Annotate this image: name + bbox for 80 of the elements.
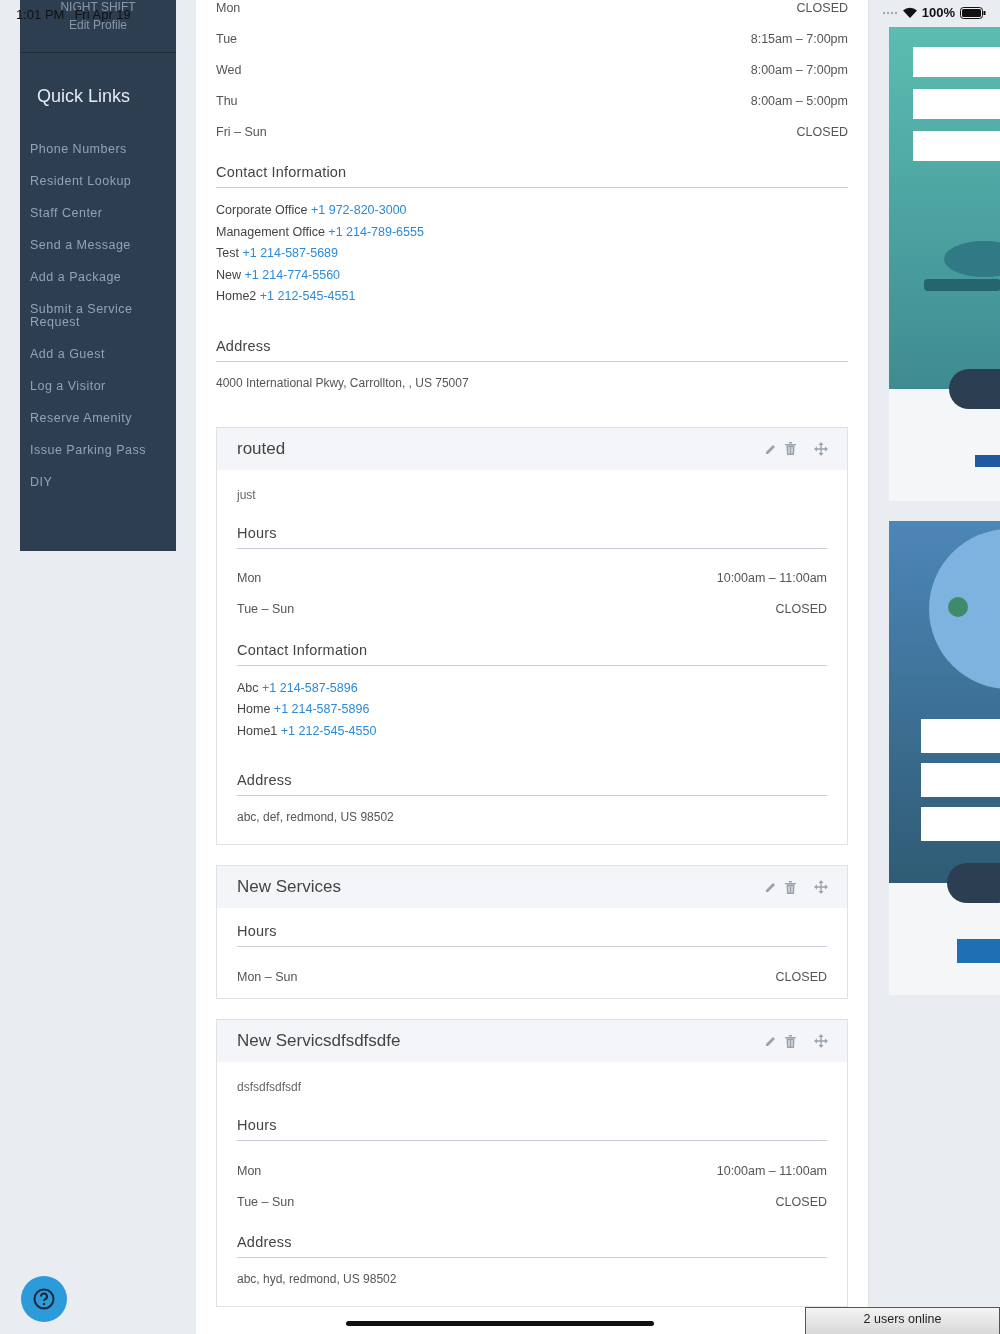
- sidebar-link[interactable]: Staff Center: [20, 207, 176, 220]
- move-icon[interactable]: [814, 880, 828, 894]
- sidebar-link[interactable]: Issue Parking Pass: [20, 444, 176, 457]
- section-heading: Hours: [237, 1106, 827, 1141]
- phone-link[interactable]: +1 212-545-4551: [259, 289, 356, 303]
- battery-percent: 100%: [921, 5, 955, 20]
- hours-value: CLOSED: [775, 602, 827, 616]
- sidebar-link[interactable]: Log a Visitor: [20, 380, 176, 393]
- battery-icon: [960, 6, 986, 19]
- sidebar-link[interactable]: Add a Package: [20, 271, 176, 284]
- sidebar-heading: Quick Links: [36, 85, 132, 108]
- hours-value: CLOSED: [796, 124, 848, 139]
- day-label: Tue – Sun: [237, 602, 295, 616]
- hours-value: 10:00am – 11:00am: [716, 571, 827, 585]
- hours-value: 8:15am – 7:00pm: [750, 31, 848, 46]
- address-text: 4000 International Pkwy, Carrollton, , US 75007: [216, 375, 470, 392]
- edit-icon[interactable]: [765, 442, 777, 455]
- delete-icon[interactable]: [785, 1034, 796, 1048]
- day-label: Mon: [237, 571, 262, 585]
- day-label: Tue – Sun: [237, 1194, 295, 1209]
- day-label: Wed: [216, 62, 242, 77]
- hours-value: 8:00am – 5:00pm: [750, 93, 848, 108]
- help-icon: [33, 1288, 55, 1310]
- contact-label: Corporate Office: [216, 203, 308, 217]
- hours-value: CLOSED: [796, 0, 848, 15]
- hours-value: 10:00am – 11:00am: [716, 1163, 827, 1178]
- move-icon[interactable]: [814, 441, 828, 456]
- edit-icon[interactable]: [765, 1035, 777, 1047]
- section-heading: Hours: [237, 513, 827, 549]
- sidebar-link[interactable]: Resident Lookup: [20, 175, 176, 188]
- address-text: abc, hyd, redmond, US 98502: [237, 1272, 398, 1288]
- hours-value: 8:00am – 7:00pm: [750, 62, 848, 77]
- hours-value: CLOSED: [775, 1194, 827, 1209]
- section-heading: Contact Information: [237, 630, 827, 666]
- service-title: New Services: [237, 877, 341, 897]
- phone-link[interactable]: +1 214-587-5689: [242, 246, 338, 260]
- address-text: abc, def, redmond, US 98502: [237, 810, 395, 826]
- hours-value: CLOSED: [775, 969, 827, 984]
- phone-link[interactable]: +1 214-789-6555: [328, 224, 424, 239]
- day-label: Tue: [216, 31, 238, 46]
- day-label: Fri – Sun: [216, 124, 267, 139]
- signal-icon: [881, 10, 898, 15]
- phone-link[interactable]: +1 212-545-4550: [280, 723, 377, 738]
- wifi-icon: [902, 7, 917, 18]
- section-heading: Address: [237, 761, 827, 796]
- service-description: dsfsdfsdfsdf: [237, 1079, 303, 1096]
- edit-icon[interactable]: [765, 881, 777, 893]
- contact-label: Home2: [216, 289, 257, 303]
- delete-icon[interactable]: [785, 442, 796, 455]
- contact-label: New: [216, 267, 241, 282]
- phone-link[interactable]: +1 972-820-3000: [310, 203, 407, 217]
- day-label: Thu: [216, 93, 238, 108]
- phone-link[interactable]: +1 214-587-5896: [262, 680, 358, 695]
- section-heading: Address: [237, 1223, 827, 1258]
- sidebar-link[interactable]: DIY: [20, 476, 176, 489]
- section-heading: Address: [216, 326, 848, 362]
- section-heading: Contact Information: [216, 153, 848, 188]
- day-label: Mon: [237, 1163, 262, 1178]
- contact-label: Abc: [237, 680, 259, 695]
- contact-label: Home1: [237, 723, 278, 738]
- sidebar-link[interactable]: Submit a Service Request: [20, 303, 176, 329]
- day-label: Mon: [216, 0, 241, 15]
- sidebar-link[interactable]: Phone Numbers: [20, 143, 176, 156]
- contact-label: Test: [216, 246, 239, 260]
- sidebar-link[interactable]: Send a Message: [20, 239, 176, 252]
- contact-label: Home: [237, 702, 271, 716]
- section-heading: Hours: [237, 912, 827, 947]
- sidebar-link[interactable]: Reserve Amenity: [20, 412, 176, 425]
- day-label: Mon – Sun: [237, 969, 298, 984]
- phone-link[interactable]: +1 214-774-5560: [244, 267, 341, 282]
- online-status: 2 users online: [805, 1307, 1000, 1334]
- service-title: New Servicsdfsdfsdfe: [237, 1031, 401, 1051]
- contact-label: Management Office: [216, 224, 325, 239]
- phone-link[interactable]: +1 214-587-5896: [273, 702, 370, 716]
- service-description: just: [237, 486, 257, 504]
- move-icon[interactable]: [814, 1034, 828, 1048]
- service-title: routed: [237, 438, 286, 459]
- sidebar-link[interactable]: Add a Guest: [20, 348, 176, 361]
- help-button[interactable]: [21, 1276, 67, 1322]
- delete-icon[interactable]: [785, 880, 796, 894]
